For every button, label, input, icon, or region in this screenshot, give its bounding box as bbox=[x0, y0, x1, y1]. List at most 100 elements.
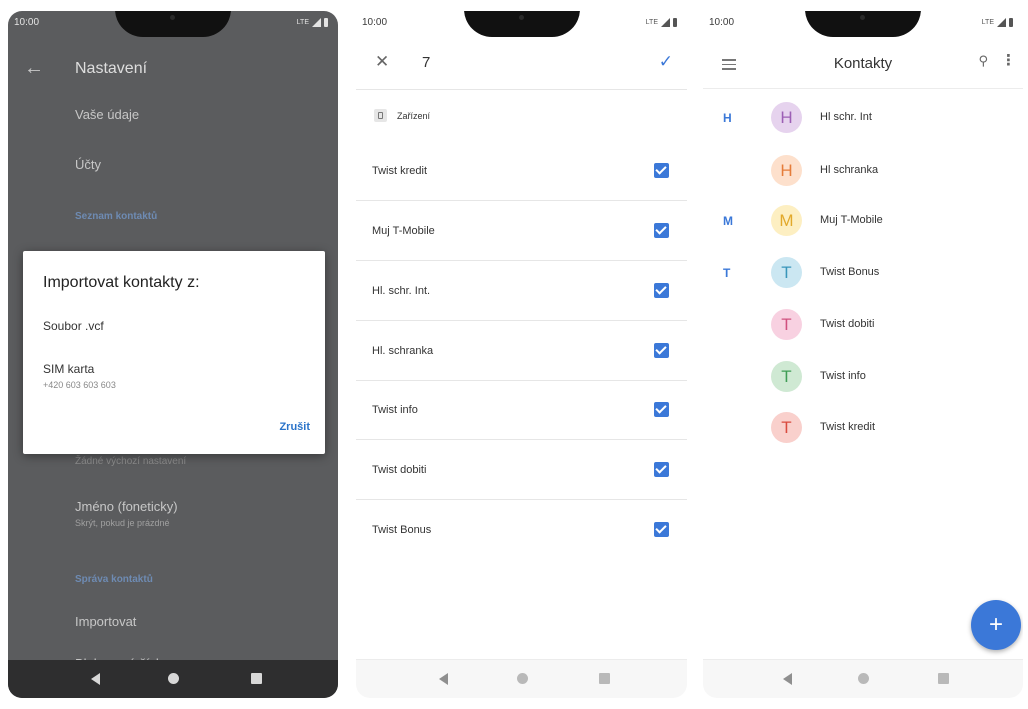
index-letter-h: H bbox=[723, 111, 732, 125]
section-header-manage-contacts: Správa kontaktů bbox=[75, 574, 153, 585]
back-arrow-icon[interactable]: ← bbox=[24, 57, 44, 80]
nav-home-icon[interactable] bbox=[516, 673, 528, 684]
lte-label: LTE bbox=[296, 19, 309, 26]
import-dialog: Importovat kontakty z: Soubor .vcf SIM k… bbox=[23, 251, 325, 454]
contact-row[interactable]: Muj T-Mobile bbox=[356, 201, 687, 261]
navigation-bar bbox=[356, 659, 687, 698]
contact-name: Hl schr. Int bbox=[820, 111, 872, 123]
camera-notch bbox=[115, 11, 231, 37]
dialog-title: Importovat kontakty z: bbox=[43, 274, 200, 291]
battery-icon bbox=[673, 18, 677, 27]
signal-icon bbox=[312, 18, 321, 27]
account-label: Zařízení bbox=[397, 110, 431, 121]
status-time: 10:00 bbox=[14, 17, 40, 28]
signal-icon bbox=[661, 18, 670, 27]
settings-item-phonetic-name[interactable]: Jméno (foneticky) bbox=[75, 499, 178, 514]
lte-label: LTE bbox=[645, 19, 658, 26]
avatar: M bbox=[771, 205, 802, 236]
checkbox[interactable] bbox=[654, 163, 669, 178]
camera-notch bbox=[805, 11, 921, 37]
settings-item-default-account[interactable]: Žádné výchozí nastavení bbox=[75, 456, 186, 467]
status-icons: LTE bbox=[646, 18, 677, 27]
checkbox[interactable] bbox=[654, 283, 669, 298]
checkbox[interactable] bbox=[654, 522, 669, 537]
contact-name: Hl. schr. Int. bbox=[372, 285, 431, 297]
dialog-sim-number: +420 603 603 603 bbox=[43, 380, 116, 390]
page-title: Kontakty bbox=[833, 55, 893, 72]
page-title: Nastavení bbox=[75, 60, 148, 77]
contact-name: Twist info bbox=[372, 404, 418, 416]
index-letter-t: T bbox=[723, 266, 731, 280]
contact-row[interactable]: Twist dobiti bbox=[356, 440, 687, 500]
nav-recents-icon[interactable] bbox=[938, 673, 949, 684]
contact-row[interactable]: Hl. schr. Int. bbox=[356, 261, 687, 321]
contact-name: Twist kredit bbox=[820, 421, 876, 433]
nav-recents-icon[interactable] bbox=[250, 673, 262, 684]
contact-row[interactable]: Twist info bbox=[356, 380, 687, 440]
status-bar: 10:00 LTE bbox=[8, 11, 338, 37]
cancel-button[interactable]: Zrušit bbox=[279, 421, 310, 433]
checkbox[interactable] bbox=[654, 223, 669, 238]
status-bar: 10:00 LTE bbox=[703, 11, 1023, 37]
battery-icon bbox=[324, 18, 328, 27]
contact-name: Twist Bonus bbox=[372, 524, 432, 536]
close-icon[interactable]: ✕ bbox=[375, 52, 389, 72]
account-selector[interactable]: Zařízení bbox=[374, 109, 430, 122]
contact-name: Hl. schranka bbox=[372, 345, 434, 357]
selected-count: 7 bbox=[422, 54, 431, 71]
phone-settings-screen: 10:00 LTE ← Nastavení Vaše údaje Účty Se… bbox=[8, 11, 338, 698]
battery-icon bbox=[1009, 18, 1013, 27]
contact-name: Twist Bonus bbox=[820, 266, 880, 278]
check-icon[interactable]: ✓ bbox=[659, 52, 673, 72]
avatar: T bbox=[771, 257, 802, 288]
contact-row[interactable]: Twist kredit bbox=[356, 141, 687, 201]
checkbox[interactable] bbox=[654, 402, 669, 417]
dialog-option-sim[interactable]: SIM karta bbox=[43, 362, 94, 376]
settings-item-import[interactable]: Importovat bbox=[75, 614, 136, 629]
contact-row[interactable]: Hl. schranka bbox=[356, 321, 687, 381]
header-divider bbox=[703, 88, 1023, 89]
nav-home-icon[interactable] bbox=[168, 673, 179, 684]
avatar: H bbox=[771, 102, 802, 133]
settings-item-accounts[interactable]: Účty bbox=[75, 157, 101, 172]
status-time: 10:00 bbox=[709, 17, 735, 28]
settings-item-phonetic-sub: Skrýt, pokud je prázdné bbox=[75, 518, 170, 528]
nav-back-icon[interactable] bbox=[783, 673, 792, 685]
camera-notch bbox=[463, 11, 580, 37]
contact-name: Twist dobiti bbox=[820, 318, 875, 330]
status-icons: LTE bbox=[297, 18, 328, 27]
contact-name: Twist info bbox=[820, 370, 866, 382]
status-icons: LTE bbox=[982, 18, 1013, 27]
header-divider bbox=[356, 89, 687, 90]
index-letter-m: M bbox=[723, 214, 733, 228]
phone-import-selection-screen: 10:00 LTE ✕ 7 ✓ Zařízení Twist kredit Mu… bbox=[356, 11, 687, 698]
checkbox[interactable] bbox=[654, 343, 669, 358]
nav-recents-icon[interactable] bbox=[599, 673, 611, 684]
nav-home-icon[interactable] bbox=[858, 673, 869, 684]
signal-icon bbox=[997, 18, 1006, 27]
checkbox[interactable] bbox=[654, 462, 669, 477]
add-contact-button[interactable]: + bbox=[971, 600, 1021, 650]
phone-contacts-screen: 10:00 LTE Kontakty ⚲ ⋮ H M T H Hl schr. … bbox=[703, 11, 1023, 698]
contact-name: Muj T-Mobile bbox=[820, 214, 883, 226]
settings-item-your-info[interactable]: Vaše údaje bbox=[75, 107, 139, 122]
navigation-bar bbox=[8, 660, 338, 698]
contact-name: Twist dobiti bbox=[372, 464, 427, 476]
status-time: 10:00 bbox=[362, 17, 388, 28]
section-header-contacts-list: Seznam kontaktů bbox=[75, 211, 158, 222]
more-vert-icon[interactable]: ⋮ bbox=[1001, 51, 1016, 69]
status-bar: 10:00 LTE bbox=[356, 11, 687, 37]
lte-label: LTE bbox=[981, 19, 994, 26]
contact-name: Hl schranka bbox=[820, 164, 879, 176]
avatar: H bbox=[771, 155, 802, 186]
search-icon[interactable]: ⚲ bbox=[978, 53, 988, 69]
dialog-option-vcf[interactable]: Soubor .vcf bbox=[43, 319, 104, 333]
nav-back-icon[interactable] bbox=[90, 673, 100, 685]
contact-row[interactable]: Twist Bonus bbox=[356, 500, 687, 559]
avatar: T bbox=[771, 412, 802, 443]
avatar: T bbox=[771, 361, 802, 392]
avatar: T bbox=[771, 309, 802, 340]
contact-name: Muj T-Mobile bbox=[372, 225, 435, 237]
contact-name: Twist kredit bbox=[372, 165, 428, 177]
nav-back-icon[interactable] bbox=[438, 673, 448, 685]
